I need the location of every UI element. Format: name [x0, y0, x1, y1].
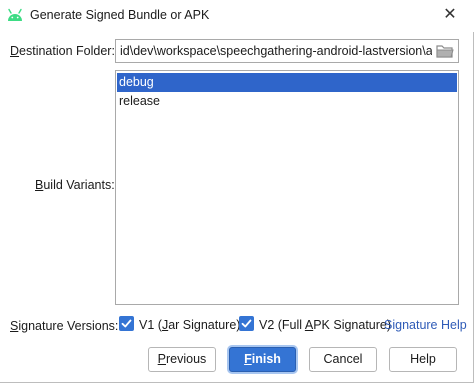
folder-icon[interactable]: [436, 44, 454, 58]
build-variants-label: Build Variants:: [35, 178, 115, 192]
dialog-window: Generate Signed Bundle or APK ✕ Destinat…: [0, 0, 474, 383]
close-button[interactable]: ✕: [436, 3, 464, 27]
destination-folder-label: Destination Folder:: [10, 44, 115, 58]
build-variants-list[interactable]: debug release: [115, 70, 459, 305]
finish-button[interactable]: Finish: [229, 347, 296, 372]
v2-signature-checkbox[interactable]: [239, 316, 254, 331]
title-bar[interactable]: Generate Signed Bundle or APK ✕: [0, 0, 474, 32]
destination-folder-input[interactable]: [120, 43, 432, 59]
v2-signature-label[interactable]: V2 (Full APK Signature): [259, 318, 391, 332]
window-title: Generate Signed Bundle or APK: [30, 8, 210, 22]
v1-signature-checkbox[interactable]: [119, 316, 134, 331]
android-icon: [7, 8, 23, 22]
close-icon: ✕: [443, 6, 457, 23]
list-item[interactable]: debug: [117, 73, 457, 92]
checkmark-icon: [121, 319, 132, 328]
list-item[interactable]: release: [117, 92, 457, 111]
checkmark-icon: [241, 319, 252, 328]
v1-signature-label[interactable]: V1 (Jar Signature): [139, 318, 240, 332]
cancel-button[interactable]: Cancel: [309, 347, 377, 372]
signature-help-link[interactable]: Signature Help: [384, 318, 467, 332]
destination-folder-field[interactable]: [115, 39, 459, 63]
signature-versions-label: Signature Versions:: [10, 319, 119, 333]
previous-button[interactable]: Previous: [148, 347, 216, 372]
help-button[interactable]: Help: [389, 347, 457, 372]
